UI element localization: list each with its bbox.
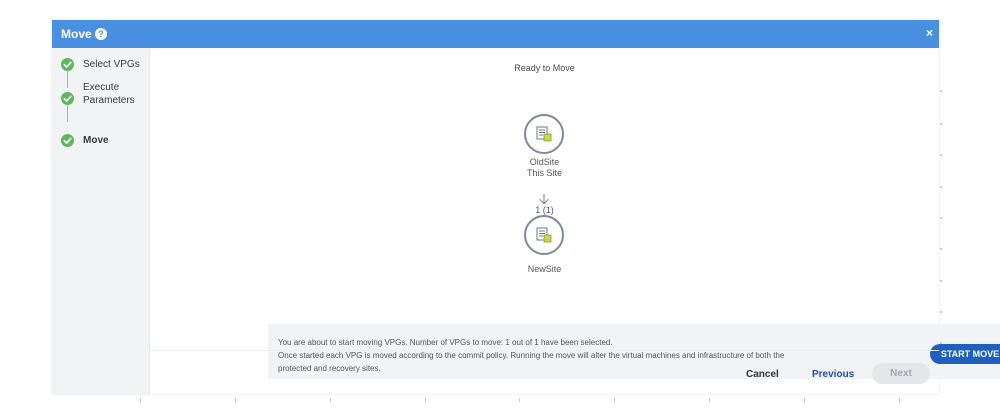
- tick-mark: [940, 186, 942, 188]
- tick-mark: [235, 398, 236, 402]
- close-icon[interactable]: ×: [926, 26, 933, 40]
- next-button: Next: [872, 363, 930, 384]
- wizard-steps-sidebar: Select VPGs Execute Parameters Move: [52, 48, 150, 394]
- start-move-button[interactable]: START MOVE: [930, 344, 1000, 364]
- source-site-subtitle: This Site: [526, 168, 562, 178]
- arrow-down-icon: [539, 194, 549, 205]
- source-site-node: [524, 114, 564, 154]
- check-circle-icon: [61, 134, 74, 147]
- previous-button[interactable]: Previous: [812, 369, 854, 380]
- tick-mark: [940, 90, 942, 92]
- source-site-name: OldSite: [529, 157, 560, 167]
- move-summary-panel: Ready to Move OldSite This Site 1 (1) Ne…: [150, 48, 1000, 394]
- cancel-button[interactable]: Cancel: [746, 369, 779, 380]
- target-site-node: [524, 215, 564, 255]
- target-site-name: NewSite: [527, 264, 562, 274]
- tick-mark: [425, 398, 426, 402]
- vpg-site-icon: [536, 126, 552, 142]
- help-circle-icon[interactable]: ?: [95, 28, 107, 40]
- vpg-count: 1 (1): [535, 205, 554, 215]
- step-connector: [67, 71, 68, 88]
- step-label: Select VPGs: [83, 59, 140, 70]
- move-dialog: Move ? × Select VPGs Execute Parameters: [52, 20, 1000, 395]
- tick-mark: [940, 217, 942, 219]
- step-connector: [67, 105, 68, 122]
- dialog-footer: Cancel Previous Next: [150, 350, 939, 395]
- check-circle-icon: [61, 58, 74, 71]
- tick-mark: [940, 154, 942, 156]
- tick-mark: [519, 398, 520, 402]
- tick-mark: [899, 398, 900, 402]
- dialog-titlebar: Move ? ×: [52, 20, 939, 48]
- tick-mark: [940, 123, 942, 125]
- status-text: Ready to Move: [514, 63, 575, 73]
- step-label: Execute: [83, 82, 120, 93]
- vpg-site-icon: [536, 227, 552, 243]
- tick-mark: [709, 398, 710, 402]
- dialog-title: Move: [61, 27, 92, 41]
- info-text-line: You are about to start moving VPGs. Numb…: [278, 338, 613, 347]
- tick-mark: [940, 342, 942, 344]
- step-label: Move: [83, 135, 109, 146]
- tick-mark: [940, 311, 942, 313]
- tick-mark: [940, 248, 942, 250]
- tick-mark: [140, 398, 141, 402]
- check-circle-icon: [61, 92, 74, 105]
- tick-mark: [614, 398, 615, 402]
- tick-mark: [804, 398, 805, 402]
- step-label-line2: Parameters: [83, 95, 135, 106]
- svg-text:?: ?: [98, 29, 104, 39]
- tick-mark: [330, 398, 331, 402]
- tick-mark: [940, 280, 942, 282]
